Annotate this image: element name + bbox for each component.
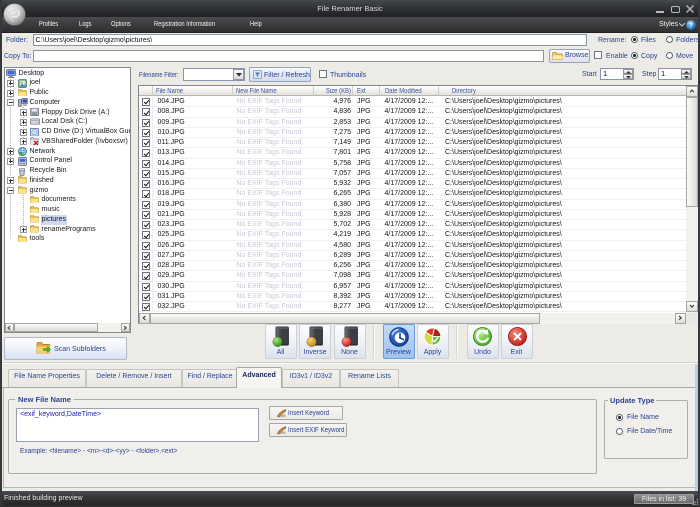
svg-text:?: ? — [689, 23, 693, 30]
